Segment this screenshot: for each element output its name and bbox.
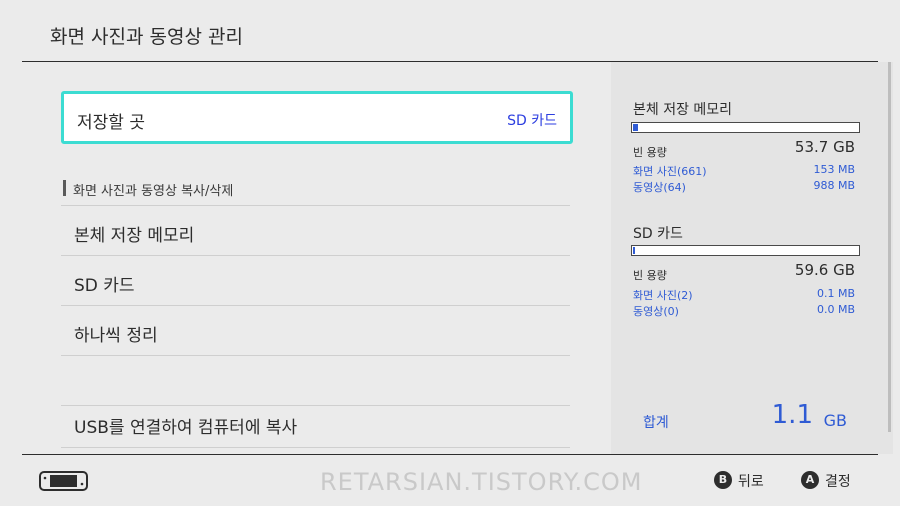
menu-item-internal-storage[interactable]: 본체 저장 메모리 [61, 206, 570, 256]
internal-free-label: 빈 용량 [633, 146, 667, 159]
page-title: 화면 사진과 동영상 관리 [50, 26, 243, 48]
section-title: 화면 사진과 동영상 복사/삭제 [73, 184, 234, 199]
sd-screenshots-size: 0.1 MB [816, 287, 855, 300]
menu-item-organize-individually[interactable]: 하나씩 정리 [61, 306, 570, 356]
menu-item-label: USB를 연결하여 컴퓨터에 복사 [74, 418, 298, 438]
internal-storage-title: 본체 저장 메모리 [633, 102, 733, 118]
save-destination-value: SD 카드 [507, 113, 557, 129]
internal-videos-label: 동영상(64) [633, 181, 686, 194]
menu-item-label: 본체 저장 메모리 [74, 226, 195, 246]
internal-videos-size: 988 MB [813, 179, 855, 192]
sd-card-meter-fill [633, 247, 635, 254]
sd-videos-size: 0.0 MB [816, 303, 855, 316]
menu-item-label: SD 카드 [74, 276, 135, 296]
storage-info-panel: 본체 저장 메모리 빈 용량 53.7 GB 화면 사진(661) 153 MB… [611, 62, 893, 454]
save-destination-label: 저장할 곳 [77, 113, 145, 133]
scrollbar[interactable] [888, 62, 891, 432]
watermark: RETARSIAN.TISTORY.COM [320, 468, 643, 496]
sd-card-meter [631, 245, 860, 256]
b-button-icon: B [714, 471, 732, 489]
internal-storage-meter-fill [633, 124, 638, 131]
footer: RETARSIAN.TISTORY.COM B 뒤로 A 결정 [0, 455, 900, 506]
internal-free-value: 53.7 GB [794, 138, 855, 156]
sd-free-label: 빈 용량 [633, 269, 667, 282]
sd-free-value: 59.6 GB [794, 261, 855, 279]
total-label: 합계 [643, 415, 669, 431]
header: 화면 사진과 동영상 관리 [0, 0, 900, 62]
sd-videos-label: 동영상(0) [633, 305, 679, 318]
internal-screenshots-label: 화면 사진(661) [633, 165, 707, 178]
sd-card-title: SD 카드 [633, 226, 683, 242]
a-button-icon: A [801, 471, 819, 489]
menu-item-usb-copy[interactable]: USB를 연결하여 컴퓨터에 복사 [61, 398, 570, 448]
save-destination-button[interactable]: 저장할 곳 SD 카드 [61, 91, 573, 144]
internal-storage-meter [631, 122, 860, 133]
section-marker [63, 180, 66, 196]
back-label: 뒤로 [738, 474, 764, 490]
console-icon [39, 471, 88, 491]
internal-screenshots-size: 153 MB [813, 163, 855, 176]
total-unit: GB [823, 411, 847, 430]
confirm-label: 결정 [825, 474, 851, 490]
menu-item-sd-card[interactable]: SD 카드 [61, 256, 570, 306]
menu-item-label: 하나씩 정리 [74, 326, 158, 346]
sd-screenshots-label: 화면 사진(2) [633, 289, 693, 302]
settings-list: 저장할 곳 SD 카드 화면 사진과 동영상 복사/삭제 본체 저장 메모리 S… [0, 62, 610, 454]
total-value: 1.1 [771, 400, 813, 430]
